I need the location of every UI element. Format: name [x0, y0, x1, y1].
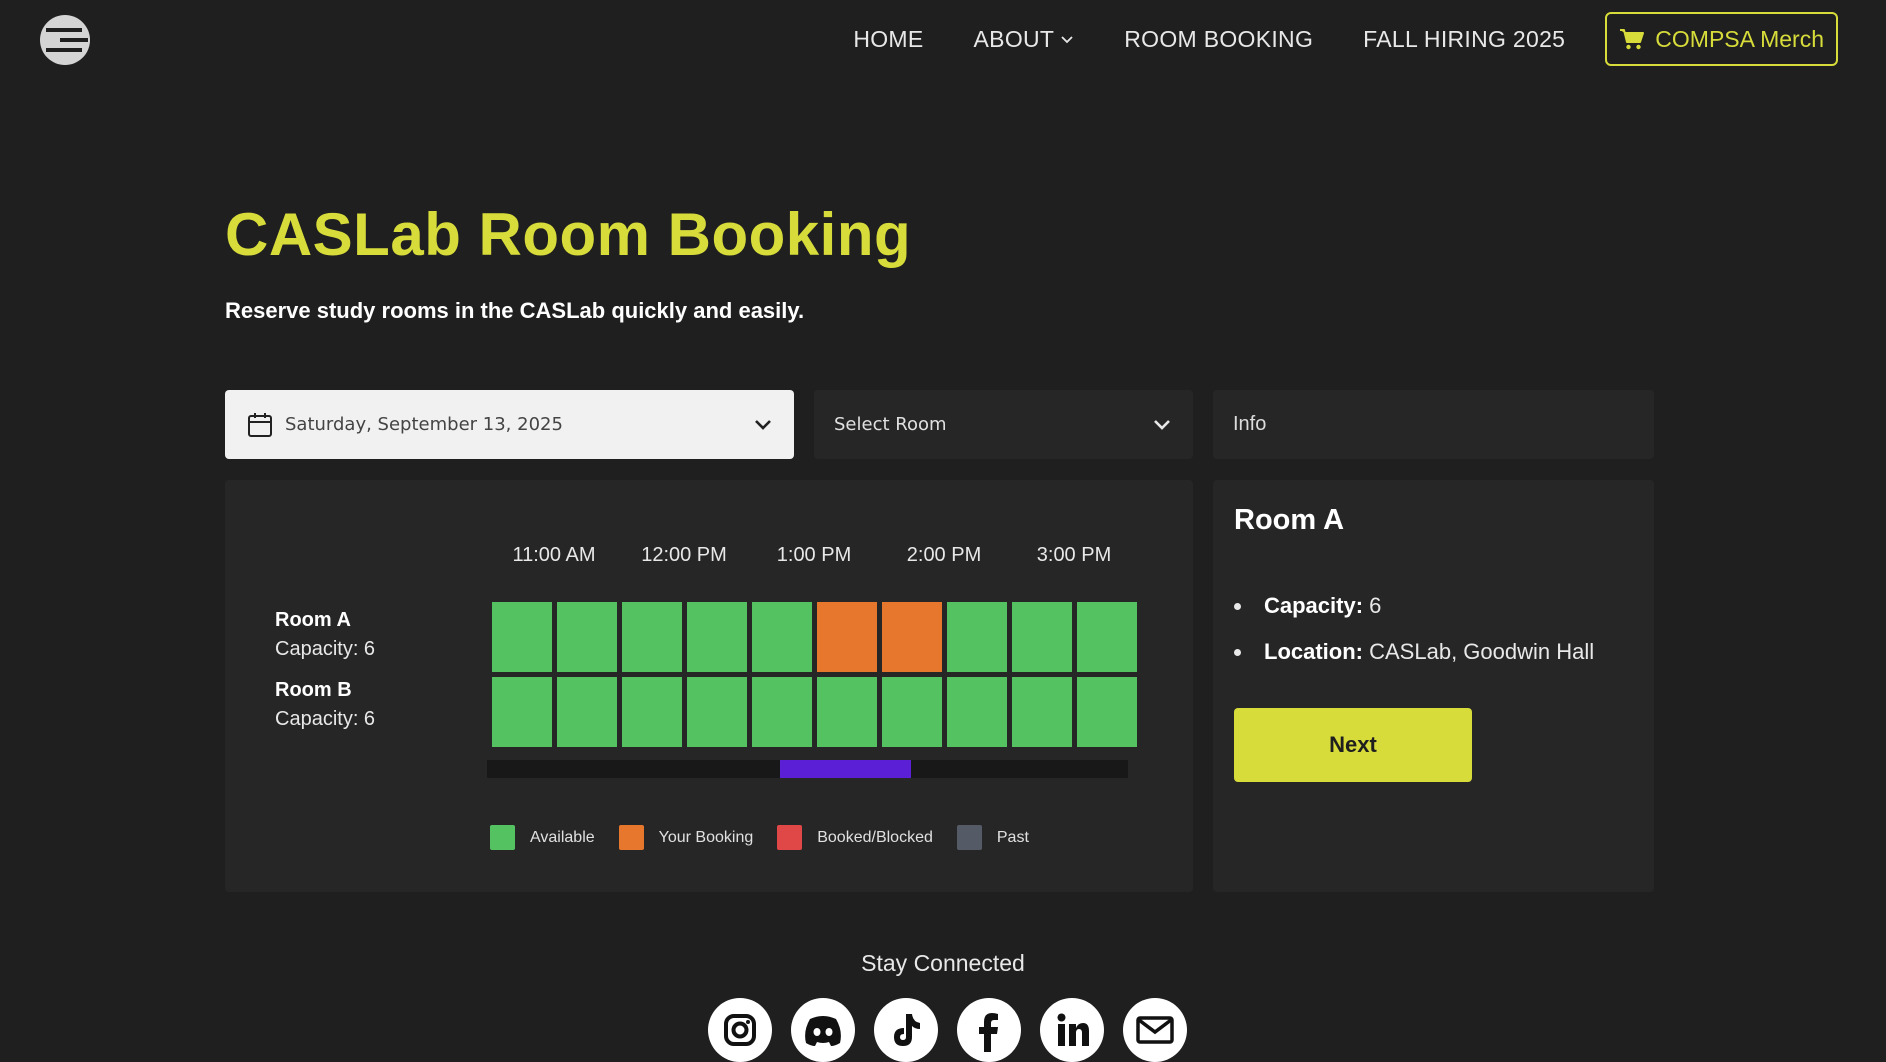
- legend-label: Available: [530, 828, 595, 846]
- next-button[interactable]: Next: [1234, 708, 1472, 782]
- info-capacity-value: 6: [1369, 593, 1382, 618]
- time-slot-available[interactable]: [1077, 602, 1137, 672]
- date-picker[interactable]: Saturday, September 13, 2025: [225, 390, 794, 459]
- nav-home[interactable]: HOME: [853, 26, 923, 53]
- chevron-down-icon: [755, 419, 771, 430]
- time-slot-available[interactable]: [1012, 602, 1072, 672]
- nav-about-label: ABOUT: [973, 25, 1055, 52]
- time-label: 12:00 PM: [641, 544, 727, 566]
- time-slot-available[interactable]: [687, 677, 747, 747]
- info-location-label: Location:: [1264, 639, 1363, 664]
- time-slot-available[interactable]: [1077, 677, 1137, 747]
- nav-room-booking[interactable]: ROOM BOOKING: [1124, 26, 1313, 53]
- legend-past: Past: [956, 825, 1029, 850]
- info-capacity-label: Capacity:: [1264, 593, 1364, 618]
- time-slot-available[interactable]: [492, 602, 552, 672]
- merch-label: COMPSA Merch: [1655, 25, 1824, 52]
- legend-swatch: [618, 825, 644, 850]
- stay-connected-heading: Stay Connected: [861, 950, 1025, 976]
- time-slot-available[interactable]: [752, 677, 812, 747]
- chevron-down-icon: [1154, 419, 1170, 430]
- info-location: Location: CASLab, Goodwin Hall: [1234, 636, 1594, 682]
- info-header-label: Info: [1233, 413, 1267, 435]
- time-slot-available[interactable]: [947, 677, 1007, 747]
- time-slot-available[interactable]: [817, 677, 877, 747]
- time-slot-available[interactable]: [1012, 677, 1072, 747]
- time-label: 1:00 PM: [776, 544, 852, 566]
- instagram-icon[interactable]: [708, 998, 772, 1062]
- legend-swatch: [490, 825, 515, 850]
- linkedin-icon[interactable]: [1040, 998, 1104, 1062]
- email-icon[interactable]: [1123, 998, 1187, 1062]
- info-panel: [1213, 480, 1654, 892]
- page-title: CASLab Room Booking: [225, 201, 912, 268]
- time-slot-available[interactable]: [622, 602, 682, 672]
- legend-booked-blocked: Booked/Blocked: [777, 825, 933, 850]
- time-slot-available[interactable]: [492, 677, 552, 747]
- time-slot-yours[interactable]: [817, 602, 877, 672]
- room-b-capacity: Capacity: 6: [275, 708, 376, 730]
- room-select[interactable]: Select Room: [814, 390, 1193, 459]
- info-details: Capacity: 6 Location: CASLab, Goodwin Ha…: [1234, 590, 1594, 682]
- nav-about[interactable]: ABOUT: [974, 26, 1075, 53]
- legend-label: Your Booking: [658, 828, 754, 846]
- merch-button[interactable]: COMPSA Merch: [1605, 12, 1838, 66]
- nav-fall-hiring[interactable]: FALL HIRING 2025: [1363, 26, 1565, 53]
- calendar-icon: [248, 412, 272, 437]
- time-slot-available[interactable]: [557, 677, 617, 747]
- legend-swatch: [956, 825, 982, 850]
- page-subtitle: Reserve study rooms in the CASLab quickl…: [225, 298, 805, 323]
- room-a-name: Room A: [275, 609, 351, 631]
- cart-icon: [1620, 29, 1645, 50]
- legend-label: Booked/Blocked: [817, 828, 933, 846]
- chevron-down-icon: [1061, 36, 1073, 44]
- room-b-name: Room B: [275, 679, 352, 701]
- time-slot-available[interactable]: [622, 677, 682, 747]
- discord-icon[interactable]: [791, 998, 855, 1062]
- room-a-capacity: Capacity: 6: [275, 638, 376, 660]
- time-slot-available[interactable]: [752, 602, 812, 672]
- legend-your-booking: Your Booking: [618, 825, 754, 850]
- time-slot-available[interactable]: [947, 602, 1007, 672]
- time-slot-available[interactable]: [557, 602, 617, 672]
- top-navbar: HOME ABOUT ROOM BOOKING FALL HIRING 2025…: [0, 0, 1886, 80]
- time-label: 2:00 PM: [906, 544, 982, 566]
- time-label: 11:00 AM: [512, 544, 596, 566]
- social-links: [708, 998, 1206, 1062]
- legend: Available Your Booking Booked/Blocked Pa…: [490, 825, 1053, 850]
- timeline-scroll-thumb[interactable]: [780, 760, 911, 778]
- room-select-placeholder: Select Room: [834, 414, 947, 435]
- info-header: Info: [1213, 390, 1654, 459]
- time-slot-available[interactable]: [687, 602, 747, 672]
- time-slot-available[interactable]: [882, 677, 942, 747]
- legend-available: Available: [490, 825, 595, 850]
- tiktok-icon[interactable]: [874, 998, 938, 1062]
- time-slot-yours[interactable]: [882, 602, 942, 672]
- time-label: 3:00 PM: [1036, 544, 1112, 566]
- compsa-logo-icon[interactable]: [40, 15, 90, 65]
- legend-label: Past: [996, 828, 1029, 846]
- info-capacity: Capacity: 6: [1234, 590, 1594, 636]
- info-location-value: CASLab, Goodwin Hall: [1369, 639, 1595, 664]
- info-room-title: Room A: [1234, 504, 1345, 536]
- facebook-icon[interactable]: [957, 998, 1021, 1062]
- legend-swatch: [777, 825, 803, 850]
- date-value: Saturday, September 13, 2025: [285, 414, 563, 435]
